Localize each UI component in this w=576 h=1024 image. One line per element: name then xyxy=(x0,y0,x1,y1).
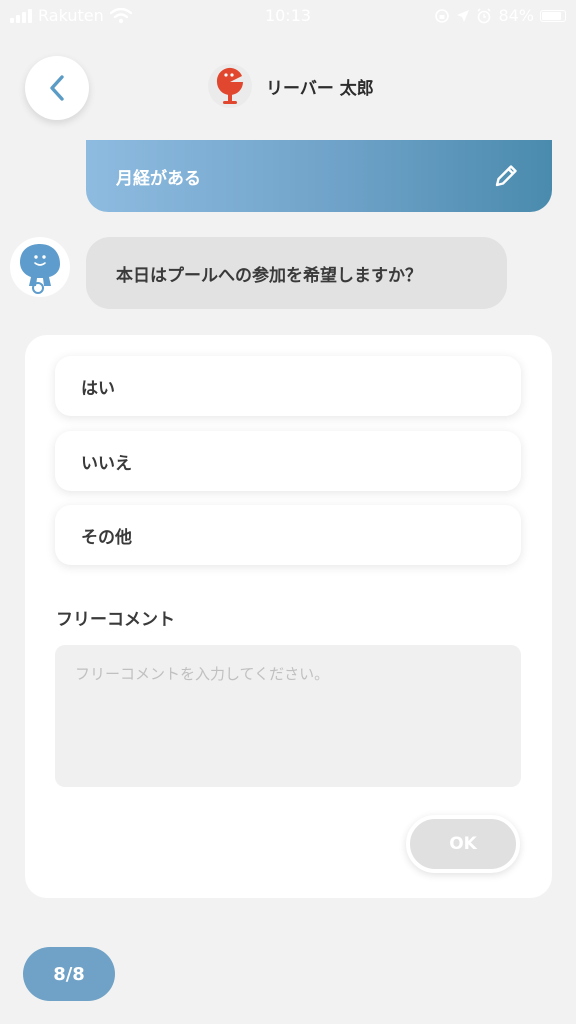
character-avatar-icon xyxy=(216,67,243,104)
header-user: リーバー 太郎 xyxy=(208,64,374,108)
option-yes[interactable]: はい xyxy=(55,356,521,416)
screen-lock-icon xyxy=(435,8,450,23)
status-right: 84% xyxy=(434,6,566,25)
ok-button[interactable]: OK xyxy=(406,815,520,873)
alarm-icon xyxy=(477,7,492,23)
answer-bubble: 月経がある xyxy=(86,140,552,212)
back-button[interactable] xyxy=(25,56,89,120)
bot-avatar xyxy=(10,237,70,297)
question-text: 本日はプールへの参加を希望しますか？ xyxy=(116,265,422,286)
mascot-icon xyxy=(20,244,60,294)
question-bubble: 本日はプールへの参加を希望しますか？ xyxy=(86,237,507,309)
options-card: はい いいえ その他 フリーコメント OK xyxy=(25,335,552,898)
user-name: リーバー 太郎 xyxy=(266,78,374,99)
comment-label: フリーコメント xyxy=(56,610,175,630)
chevron-left-icon xyxy=(50,75,64,101)
pencil-icon[interactable] xyxy=(492,162,520,190)
location-icon xyxy=(457,9,470,22)
option-label: その他 xyxy=(81,527,132,548)
answer-text: 月経がある xyxy=(116,168,201,189)
progress-label: 8/8 xyxy=(53,963,85,985)
progress-indicator: 8/8 xyxy=(23,947,115,1001)
user-avatar xyxy=(208,64,252,108)
option-no[interactable]: いいえ xyxy=(55,431,521,491)
comment-input[interactable] xyxy=(55,645,521,787)
option-other[interactable]: その他 xyxy=(55,505,521,565)
option-label: はい xyxy=(81,378,115,399)
status-bar: Rakuten 10:13 84% xyxy=(0,0,576,32)
option-label: いいえ xyxy=(81,453,132,474)
battery-icon xyxy=(540,9,566,22)
battery-percent: 84% xyxy=(498,6,534,25)
